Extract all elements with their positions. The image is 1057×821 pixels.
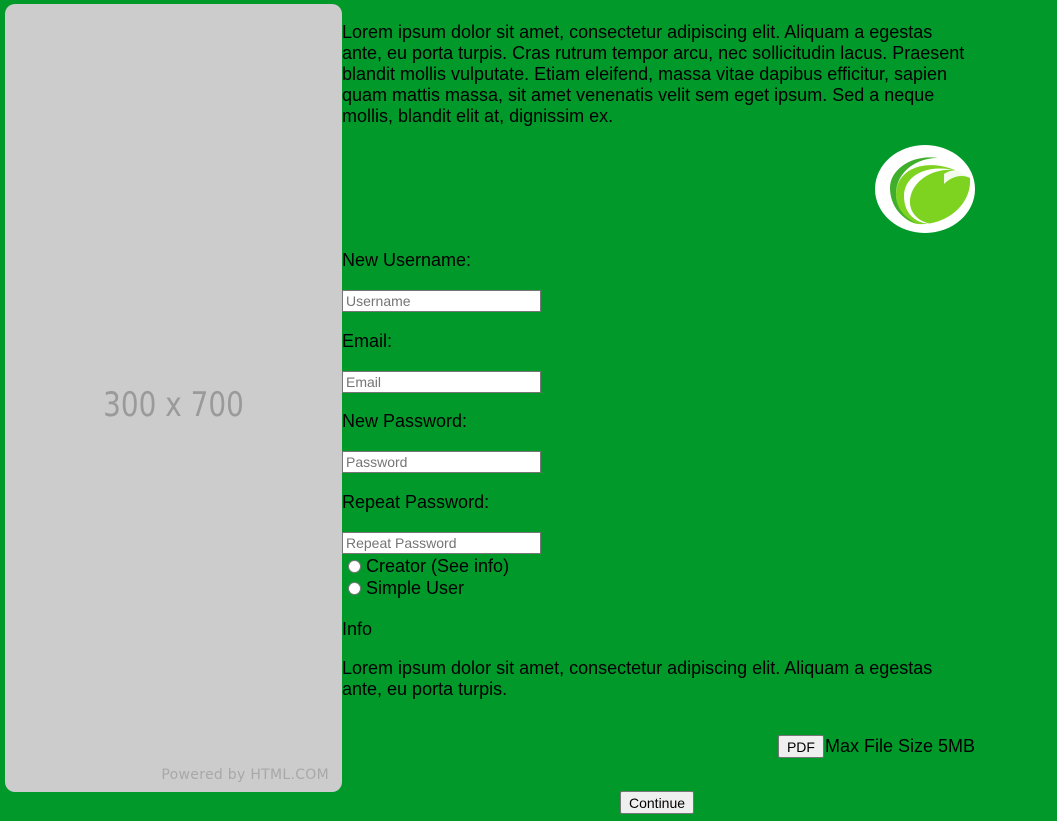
placeholder-powered-text: Powered by HTML.COM [161, 767, 329, 783]
pdf-upload-row: PDF Max File Size 5MB [777, 735, 975, 758]
creator-radio[interactable] [348, 560, 361, 573]
continue-button[interactable]: Continue [620, 791, 695, 814]
role-option-creator[interactable]: Creator (See info) [342, 556, 509, 577]
leaf-logo-icon [874, 144, 976, 234]
pdf-upload-button[interactable]: PDF [777, 735, 824, 758]
simple-user-radio-label: Simple User [366, 578, 465, 598]
intro-paragraph: Lorem ipsum dolor sit amet, consectetur … [342, 22, 965, 126]
role-option-simple-user[interactable]: Simple User [342, 578, 464, 599]
password-label: New Password: [342, 411, 468, 431]
sidebar-placeholder-image: 300 x 700 Powered by HTML.COM [5, 4, 342, 792]
info-heading: Info [342, 619, 373, 639]
email-label: Email: [342, 331, 393, 351]
placeholder-dimensions-text: 300 x 700 [103, 385, 244, 425]
repeat-password-input[interactable] [342, 532, 541, 554]
max-file-size-note: Max File Size 5MB [824, 736, 975, 756]
repeat-password-label: Repeat Password: [342, 492, 490, 512]
email-input[interactable] [342, 371, 541, 393]
username-label: New Username: [342, 250, 472, 270]
info-paragraph: Lorem ipsum dolor sit amet, consectetur … [342, 658, 933, 699]
password-input[interactable] [342, 451, 541, 473]
simple-user-radio[interactable] [348, 582, 361, 595]
creator-radio-label: Creator (See info) [366, 556, 510, 576]
username-input[interactable] [342, 290, 541, 312]
